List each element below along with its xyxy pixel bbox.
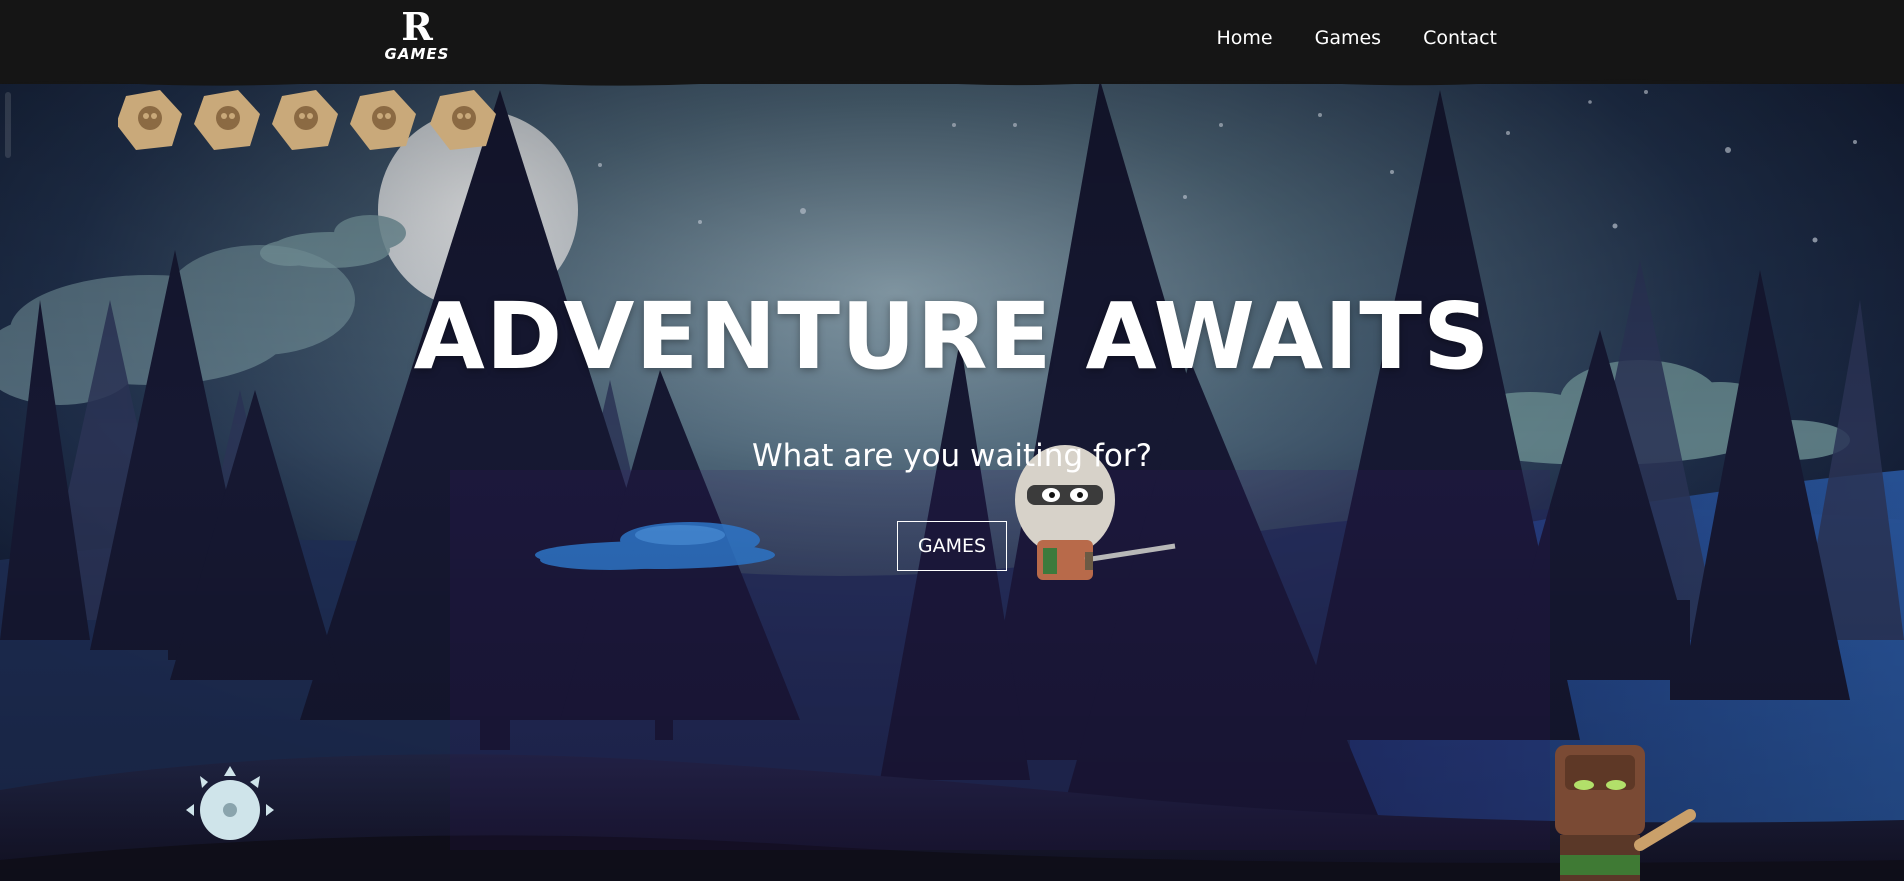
logo-word: GAMES <box>384 45 450 63</box>
skull-tile-icon <box>272 90 338 150</box>
nav-link-games[interactable]: Games <box>1315 25 1381 51</box>
skull-tile-icon <box>350 90 416 150</box>
hero-subtitle: What are you waiting for? <box>751 438 1153 474</box>
games-button[interactable]: GAMES <box>897 521 1007 571</box>
top-navbar: R GAMES Home Games Contact <box>0 0 1904 84</box>
page: R GAMES Home Games Contact ADVENTURE AWA… <box>0 0 1904 881</box>
scrollbar-track[interactable] <box>5 92 11 158</box>
nav-links: Home Games Contact <box>1217 25 1498 51</box>
logo-letter: R <box>401 4 433 49</box>
hero-title: ADVENTURE AWAITS <box>413 283 1491 390</box>
skull-tiles <box>118 90 496 150</box>
skull-tile-icon <box>430 90 496 150</box>
site-logo[interactable]: R GAMES <box>378 8 456 64</box>
skull-tile-icon <box>194 90 260 150</box>
navbar-torn-edge <box>0 76 1904 86</box>
skull-tile-icon <box>118 90 182 150</box>
nav-link-home[interactable]: Home <box>1217 25 1273 51</box>
nav-link-contact[interactable]: Contact <box>1423 25 1497 51</box>
